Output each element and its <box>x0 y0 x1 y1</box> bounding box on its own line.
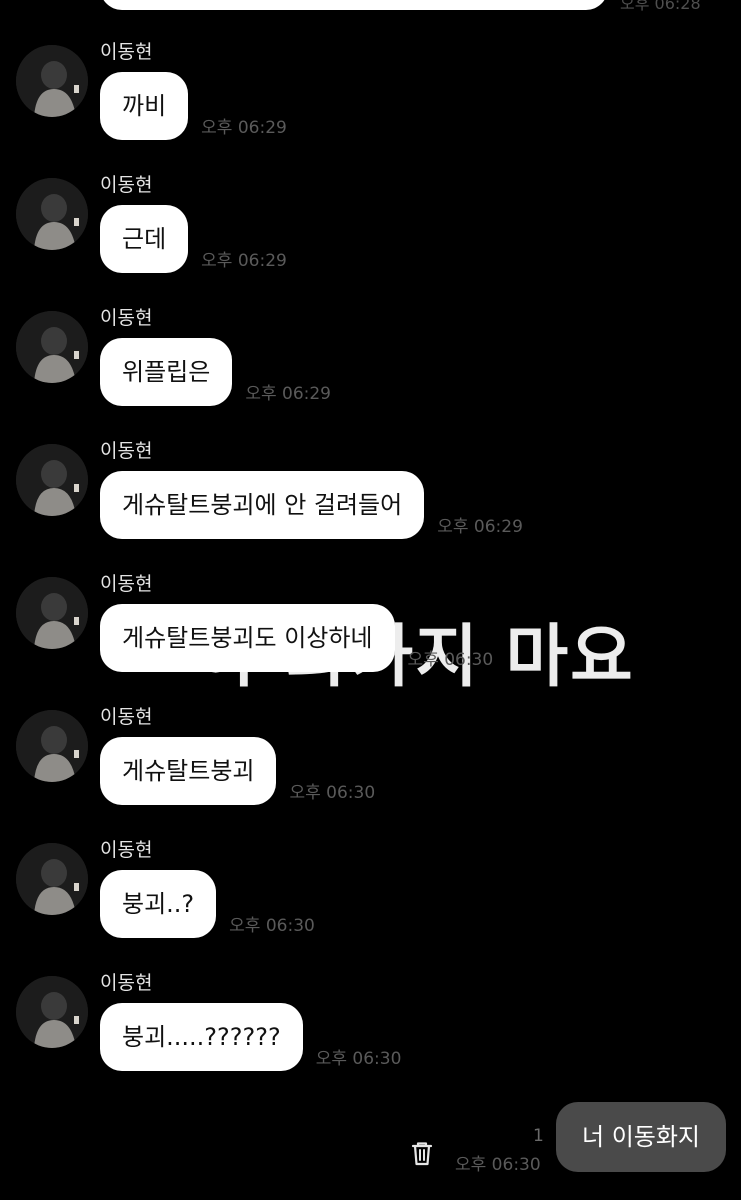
sender-avatar[interactable] <box>16 45 88 117</box>
profile-photo <box>16 843 88 915</box>
message-time: 오후 06:30 <box>229 916 315 936</box>
profile-photo <box>16 45 88 117</box>
message-bubble[interactable]: 위플립은 <box>100 338 233 406</box>
message-item: 이동현 게슈탈트붕괴 오후 06:30 <box>0 705 741 837</box>
profile-photo <box>16 178 88 250</box>
sender-name: 이동현 <box>100 706 153 728</box>
sender-name: 이동현 <box>100 307 153 329</box>
sender-name: 이동현 <box>100 573 153 595</box>
message-item: 이동현 위플립은 오후 06:29 <box>0 306 741 438</box>
profile-photo <box>16 311 88 383</box>
message-bubble[interactable]: 게슈탈트붕괴도 이상하네 <box>100 604 395 672</box>
sender-name: 이동현 <box>100 174 153 196</box>
message-item: 이동현 붕괴..? 오후 06:30 <box>0 838 741 970</box>
message-bubble[interactable]: 붕괴.....?????? <box>100 1003 303 1071</box>
sender-avatar[interactable] <box>16 444 88 516</box>
my-message-time: 오후 06:30 <box>455 1155 541 1175</box>
message-item: 이동현 근데 오후 06:29 <box>0 173 741 305</box>
sender-name: 이동현 <box>100 440 153 462</box>
message-time: 오후 06:29 <box>201 251 287 271</box>
profile-photo <box>16 444 88 516</box>
message-item: 이동현 까비 오후 06:29 <box>0 40 741 172</box>
message-time: 오후 06:29 <box>437 517 523 537</box>
profile-photo <box>16 577 88 649</box>
message-item: 이동현 붕괴.....?????? 오후 06:30 <box>0 971 741 1103</box>
sender-avatar[interactable] <box>16 976 88 1048</box>
my-message-item: 1 오후 06:30 너 이동화지 <box>0 1098 741 1178</box>
sender-avatar[interactable] <box>16 311 88 383</box>
message-item: 이동현 게슈탈트붕괴도 이상하네 오후 06:30 <box>0 572 741 704</box>
sender-name: 이동현 <box>100 972 153 994</box>
message-bubble[interactable]: 까비 <box>100 72 189 140</box>
unread-count: 1 <box>533 1126 544 1146</box>
message-time: 오후 06:30 <box>289 783 376 803</box>
profile-photo <box>16 710 88 782</box>
trash-icon[interactable] <box>407 1138 437 1168</box>
message-bubble[interactable]: 붕괴..? <box>100 870 217 938</box>
message-bubble[interactable]: 게슈탈트붕괴에 안 걸려들어 <box>100 471 425 539</box>
message-bubble[interactable]: 게슈탈트붕괴 <box>100 737 277 805</box>
message-bubble[interactable]: 근데 <box>100 205 189 273</box>
sender-name: 이동현 <box>100 41 153 63</box>
message-time: 오후 06:30 <box>315 1049 402 1069</box>
message-item: 이동현 게슈탈트붕괴에 안 걸려들어 오후 06:29 <box>0 439 741 571</box>
sender-avatar[interactable] <box>16 577 88 649</box>
message-time: 오후 06:30 <box>407 650 494 670</box>
previous-message-bubble[interactable] <box>100 0 608 10</box>
my-message-bubble[interactable]: 너 이동화지 <box>556 1102 726 1172</box>
previous-message-time: 오후 06:28 <box>620 0 701 13</box>
sender-name: 이동현 <box>100 839 153 861</box>
sender-avatar[interactable] <box>16 178 88 250</box>
message-time: 오후 06:29 <box>201 118 287 138</box>
sender-avatar[interactable] <box>16 843 88 915</box>
profile-photo <box>16 976 88 1048</box>
sender-avatar[interactable] <box>16 710 88 782</box>
message-time: 오후 06:29 <box>245 384 332 404</box>
